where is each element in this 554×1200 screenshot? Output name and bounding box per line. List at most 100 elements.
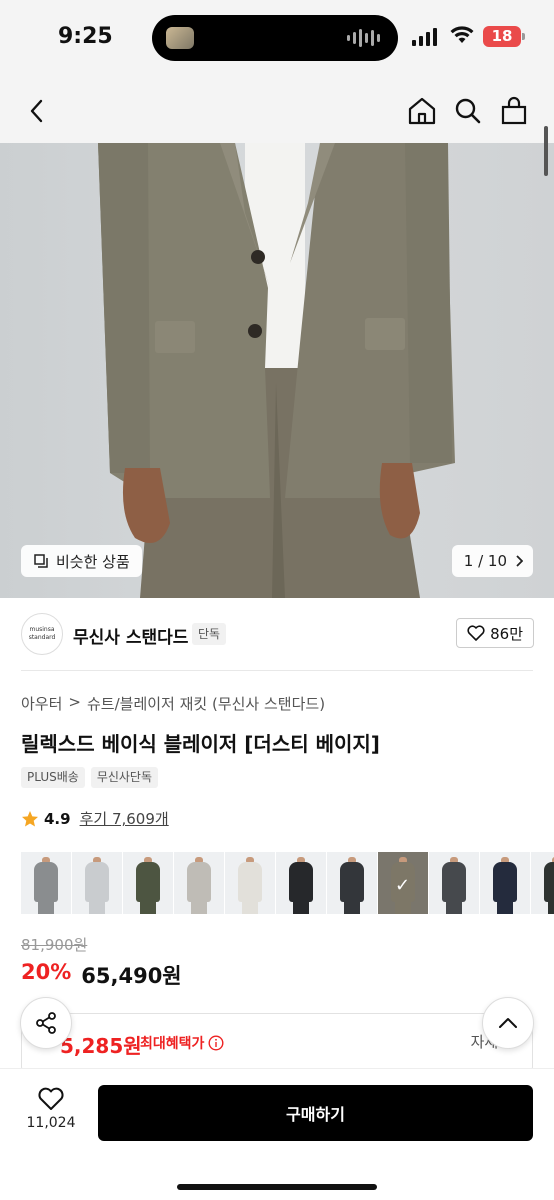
swatch-trousers (344, 900, 360, 914)
brand-row: musinsa standard 무신사 스탠다드 단독 86만 (0, 598, 554, 670)
swatch-trousers (548, 900, 554, 914)
color-swatch-dark-green[interactable] (531, 852, 554, 914)
share-icon (36, 1012, 56, 1034)
dynamic-island (152, 15, 398, 61)
color-swatch-olive[interactable] (123, 852, 173, 914)
top-navigation (0, 80, 554, 143)
now-playing-thumbnail (166, 27, 194, 49)
share-button[interactable] (20, 997, 72, 1049)
max-benefit-box[interactable]: 5,285원 최대혜택가 자세히 (21, 1013, 533, 1071)
color-swatch-black[interactable] (276, 852, 326, 914)
bottom-action-bar: 11,024 구매하기 (0, 1068, 554, 1200)
color-swatch-light-beige-gray[interactable] (174, 852, 224, 914)
brand-like-count: 86만 (490, 624, 523, 643)
page-counter-text: 1 / 10 (463, 552, 507, 570)
battery-indicator: 18 (483, 26, 525, 47)
breadcrumb: 아우터 > 슈트/블레이저 재킷 (무신사 스탠다드) (21, 693, 325, 714)
back-button[interactable] (20, 94, 54, 128)
swatch-trousers (242, 900, 258, 914)
swatch-trousers (191, 900, 207, 914)
discount-rate: 20% (21, 960, 72, 984)
product-title: 릴렉스드 베이식 블레이저 [더스티 베이지] (21, 732, 380, 756)
color-swatch-charcoal[interactable] (327, 852, 377, 914)
brand-logo-line2: standard (28, 634, 56, 641)
original-price: 81,900원 (21, 936, 88, 954)
swatch-jacket (238, 862, 262, 902)
brand-like-button[interactable]: 86만 (456, 618, 534, 648)
home-button[interactable] (405, 94, 439, 128)
swatch-trousers (89, 900, 105, 914)
product-image-gallery[interactable]: 비슷한 상품 1 / 10 (0, 143, 554, 598)
product-photo (98, 143, 455, 598)
swatch-jacket (493, 862, 517, 902)
buy-button[interactable]: 구매하기 (98, 1085, 533, 1141)
shopping-bag-icon (501, 96, 527, 125)
brand-name[interactable]: 무신사 스탠다드 (73, 623, 188, 648)
scroll-indicator[interactable] (544, 126, 548, 176)
audio-waveform-icon (347, 27, 380, 49)
review-link[interactable]: 후기 7,609개 (80, 808, 169, 829)
swatch-trousers (38, 900, 54, 914)
tag-exclusive: 무신사단독 (90, 767, 159, 788)
chevron-right-icon (516, 555, 523, 567)
brand-logo[interactable]: musinsa standard (21, 613, 63, 655)
color-swatch-dark-gray[interactable] (429, 852, 479, 914)
swatch-jacket (187, 862, 211, 902)
image-page-counter[interactable]: 1 / 10 (451, 545, 533, 577)
color-swatch-dusty-beige[interactable]: ✓ (378, 852, 428, 914)
scroll-to-top-button[interactable] (482, 997, 534, 1049)
swatch-jacket (34, 862, 58, 902)
max-benefit-price: 5,285원 (60, 1034, 142, 1058)
swatch-trousers (140, 900, 156, 914)
tag-plus-delivery: PLUS배송 (21, 767, 85, 788)
price-row: 20% 65,490원 (21, 960, 182, 990)
swatch-jacket (544, 862, 554, 902)
wishlist-button[interactable]: 11,024 (21, 1087, 81, 1131)
color-swatch-gray[interactable] (21, 852, 71, 914)
cellular-signal-icon (412, 28, 437, 46)
status-time: 9:25 (58, 24, 113, 49)
rating-row: 4.9 후기 7,609개 (21, 808, 169, 829)
cart-button[interactable] (497, 94, 531, 128)
search-icon (455, 98, 481, 124)
status-bar: 9:25 18 (0, 0, 554, 80)
swatch-trousers (395, 900, 411, 914)
home-indicator (177, 1184, 377, 1190)
wishlist-count: 11,024 (26, 1115, 76, 1131)
swatch-trousers (497, 900, 513, 914)
product-tags: PLUS배송 무신사단독 (21, 767, 159, 788)
swatch-trousers (293, 900, 309, 914)
chevron-up-icon (499, 1018, 517, 1028)
swatch-jacket (340, 862, 364, 902)
swatch-jacket (442, 862, 466, 902)
color-swatch-ivory[interactable] (225, 852, 275, 914)
similar-products-label: 비슷한 상품 (56, 552, 130, 571)
swatch-jacket (136, 862, 160, 902)
home-icon (408, 97, 436, 125)
color-swatch-light-gray[interactable] (72, 852, 122, 914)
similar-products-button[interactable]: 비슷한 상품 (21, 545, 142, 577)
breadcrumb-category[interactable]: 아우터 (21, 693, 62, 714)
breadcrumb-subcategory[interactable]: 슈트/블레이저 재킷 (무신사 스탠다드) (87, 693, 325, 714)
sale-price: 65,490원 (81, 964, 182, 988)
color-swatch-navy[interactable] (480, 852, 530, 914)
wifi-icon (450, 26, 474, 43)
copy-icon (34, 554, 48, 568)
swatch-jacket (85, 862, 109, 902)
max-benefit-label-text: 최대혜택가 (140, 1036, 205, 1052)
rating-score: 4.9 (44, 809, 71, 828)
divider (21, 670, 533, 671)
chevron-left-icon (30, 99, 43, 123)
max-benefit-label: 최대혜택가 (140, 1033, 224, 1053)
heart-icon (38, 1087, 64, 1110)
heart-icon (467, 625, 485, 641)
search-button[interactable] (451, 94, 485, 128)
info-icon[interactable] (208, 1035, 224, 1051)
selected-check-icon: ✓ (395, 875, 411, 896)
color-variant-strip[interactable]: ✓ (21, 852, 554, 914)
breadcrumb-separator: > (68, 693, 81, 711)
exclusive-tag: 단독 (192, 623, 227, 645)
star-icon (22, 810, 38, 826)
swatch-trousers (446, 900, 462, 914)
brand-logo-line1: musinsa (29, 626, 55, 633)
